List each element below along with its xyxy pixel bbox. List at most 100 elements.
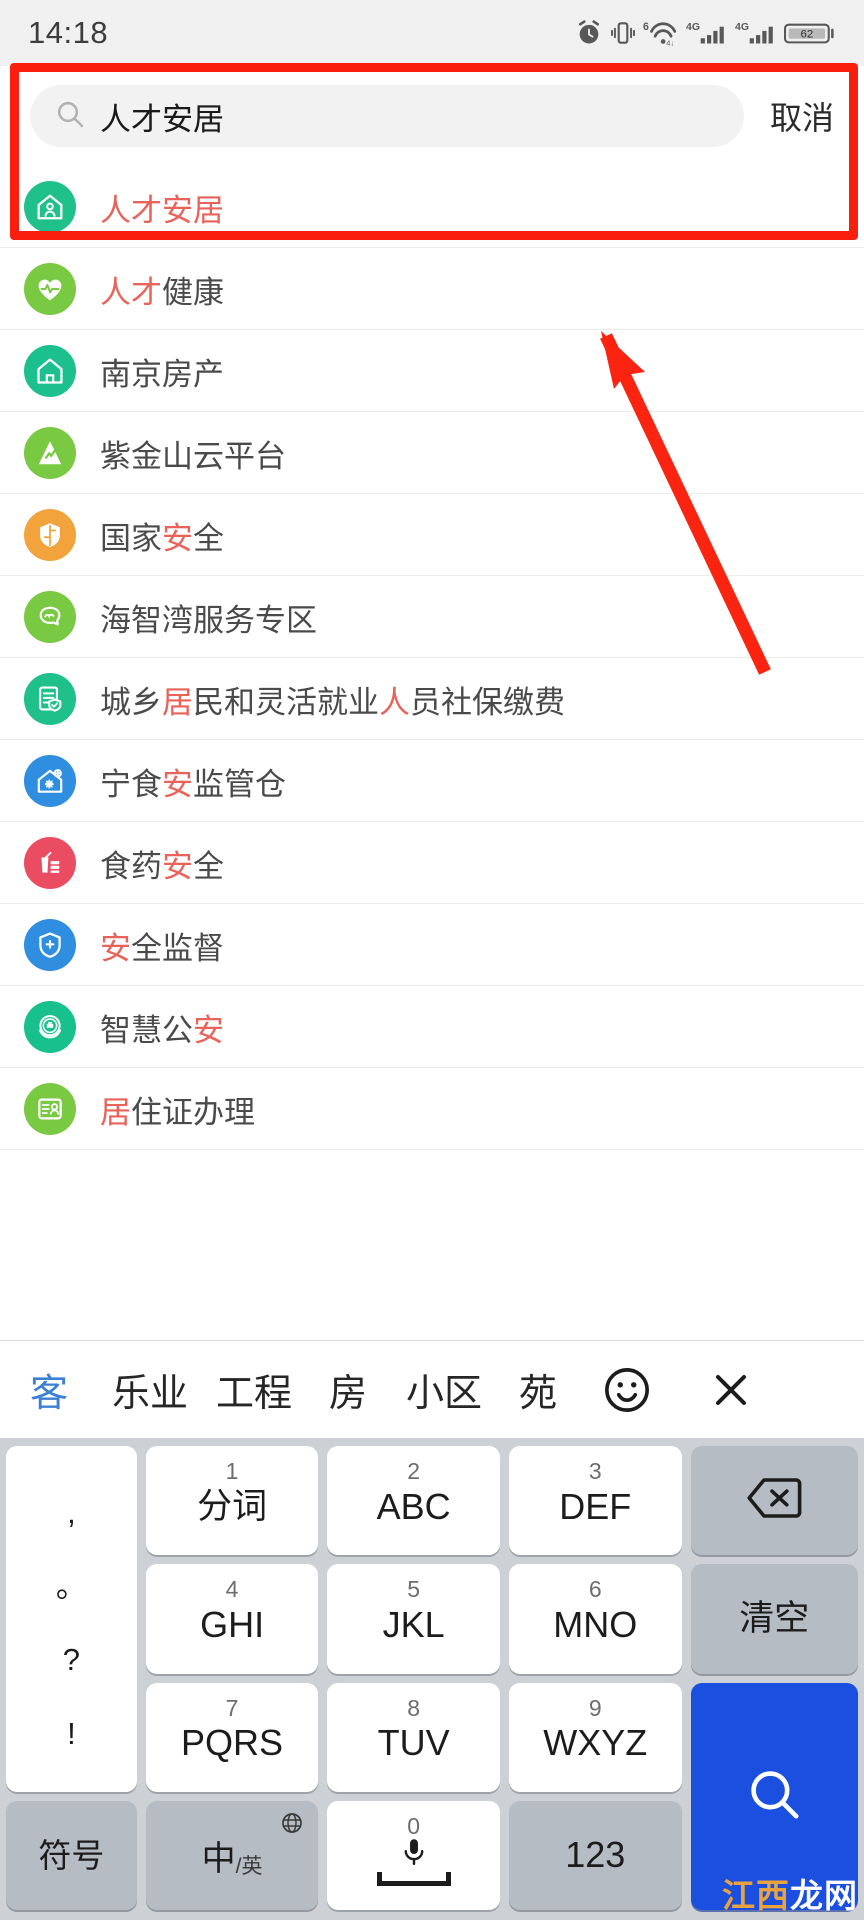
punctuation-key[interactable]: , 。 ? ! [6,1446,137,1792]
heart-pulse-icon [24,263,76,315]
alarm-icon [575,19,603,47]
list-item[interactable]: 人才健康 [0,248,864,330]
list-item-label: 海智湾服务专区 [100,602,317,638]
language-switch-key[interactable]: 中/英 [145,1800,319,1910]
list-item-label: 食药安全 [100,848,224,884]
globe-icon [280,1811,304,1840]
food-safety-house-icon [24,755,76,807]
close-icon[interactable] [676,1366,786,1414]
cancel-button[interactable]: 取消 [770,93,834,139]
key-number: 8 [407,1694,421,1721]
smiley-icon[interactable] [578,1364,676,1416]
list-item-label: 安全监督 [100,930,224,966]
key-number: 2 [407,1458,421,1484]
watermark-part2: 龙网 [790,1877,858,1914]
house-person-icon [24,181,76,233]
battery-level-text: 62 [801,29,814,41]
list-item[interactable]: 海智湾服务专区 [0,576,864,658]
ime-candidate-bar[interactable]: 客 乐业 工程 房 小区 苑 [0,1340,864,1438]
list-item[interactable]: 智慧公安 [0,986,864,1068]
document-check-icon [24,673,76,725]
clear-key[interactable]: 清空 [690,1564,858,1674]
key-label: PQRS [181,1722,284,1764]
backspace-key[interactable] [690,1446,858,1556]
list-item-label: 人才健康 [100,274,224,310]
key-9[interactable]: 9 WXYZ [508,1682,682,1792]
status-icon-group: 6 4↓ 4G 4G 62 [575,19,836,47]
key-number: 5 [407,1576,421,1603]
key-6[interactable]: 6 MNO [508,1564,682,1674]
signal-4g-icon: 4G [686,19,728,47]
key-label: WXYZ [543,1722,648,1764]
list-item[interactable]: 食药安全 [0,822,864,904]
list-item[interactable]: 南京房产 [0,330,864,412]
list-item-label: 居住证办理 [100,1094,255,1130]
highlight-text: 安 [162,848,193,884]
key-label: GHI [200,1603,265,1645]
svg-text:4↓: 4↓ [666,39,674,47]
list-item[interactable]: 紫金山云平台 [0,412,864,494]
numeric-label: 123 [565,1834,626,1876]
key-label: DEF [559,1485,632,1527]
key-1[interactable]: 1 分词 [145,1446,319,1556]
key-8[interactable]: 8 TUV [327,1682,500,1792]
list-item[interactable]: 宁食安监管仓 [0,740,864,822]
key-7[interactable]: 7 PQRS [145,1682,319,1792]
search-key[interactable] [690,1682,858,1910]
candidate-item[interactable]: 乐业 [98,1362,202,1417]
key-number: 9 [588,1694,602,1721]
highlight-text: 人 [379,684,410,720]
candidate-item[interactable]: 苑 [498,1362,578,1417]
search-results-list[interactable]: 人才安居 人才健康 南京房产 紫金山云平台 国家安全 海智湾服务专区 城乡居民和… [0,166,864,1340]
list-item[interactable]: 居住证办理 [0,1068,864,1150]
candidate-item[interactable]: 房 [306,1362,390,1417]
symbol-key[interactable]: 符号 [6,1800,137,1910]
key-4[interactable]: 4 GHI [145,1564,319,1674]
list-item[interactable]: 人才安居 [0,166,864,248]
space-voice-key[interactable]: 0 [327,1800,500,1910]
highlight-text: 人才安居 [100,192,224,228]
numeric-key[interactable]: 123 [508,1800,682,1910]
list-item-label: 智慧公安 [100,1012,224,1048]
candidate-item[interactable]: 工程 [202,1362,306,1417]
language-label: 中/英 [201,1839,263,1878]
search-bar: 人才安居 取消 [0,66,864,166]
clear-label: 清空 [739,1599,810,1639]
list-item[interactable]: 城乡居民和灵活就业人员社保缴费 [0,658,864,740]
highlight-text: 居 [100,1094,131,1130]
highlight-text: 安 [162,766,193,802]
shield-plus-icon [24,919,76,971]
search-input[interactable]: 人才安居 [30,85,744,147]
punct-question: ? [62,1642,80,1678]
microphone-icon [397,1835,431,1874]
candidate-item[interactable]: 小区 [390,1362,498,1417]
list-item-label: 宁食安监管仓 [100,766,286,802]
vibrate-icon [610,19,636,47]
key-3[interactable]: 3 DEF [508,1446,682,1556]
house-icon [24,345,76,397]
watermark-part1: 江西 [722,1877,790,1914]
mountain-icon [24,427,76,479]
svg-text:4G: 4G [686,21,700,33]
shield-icon [24,509,76,561]
phone-screen: 14:18 6 4↓ 4G 4G 62 人才安居 取消 人才安居 人才健康 南京… [0,0,864,1920]
key-2[interactable]: 2 ABC [327,1446,500,1556]
list-item[interactable]: 安全监督 [0,904,864,986]
search-input-value: 人才安居 [100,101,224,137]
highlight-text: 安 [100,930,131,966]
status-bar: 14:18 6 4↓ 4G 4G 62 [0,0,864,66]
key-5[interactable]: 5 JKL [327,1564,500,1674]
search-icon [54,98,86,135]
list-item[interactable]: 国家安全 [0,494,864,576]
battery-icon: 62 [784,19,836,47]
status-time: 14:18 [28,15,109,50]
key-label: TUV [377,1722,450,1764]
search-icon [743,1763,805,1830]
symbol-label: 符号 [38,1836,105,1874]
t9-keyboard[interactable]: , 。 ? ! 1 分词 2 ABC 3 DEF 4 GHI 5 JKL 6 M… [0,1438,864,1920]
candidate-item[interactable]: 客 [0,1362,98,1417]
spacebar-indicator [376,1871,451,1886]
backspace-icon [746,1476,802,1525]
list-item-label: 紫金山云平台 [100,438,286,474]
list-item-label: 人才安居 [100,185,224,230]
